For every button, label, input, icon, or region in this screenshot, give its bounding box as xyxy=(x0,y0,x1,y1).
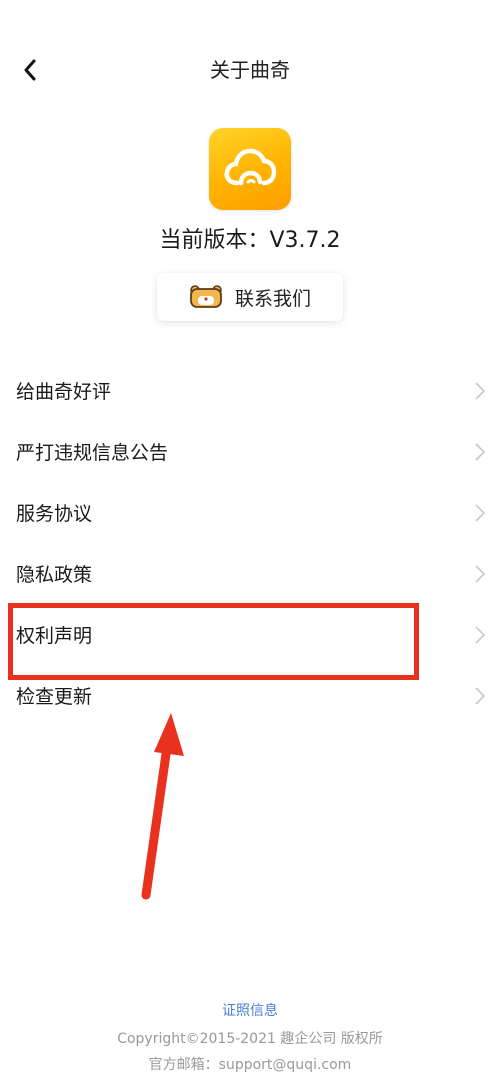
version-label: 当前版本：V3.7.2 xyxy=(159,228,341,253)
copyright-text: Copyright©2015-2021 趣企公司 版权所 xyxy=(117,1031,383,1047)
menu-item-label: 检查更新 xyxy=(16,686,93,708)
menu-item-label: 权利声明 xyxy=(16,625,93,647)
menu-item-label: 给曲奇好评 xyxy=(16,381,112,403)
bear-face-icon xyxy=(190,285,222,308)
app-logo xyxy=(209,128,291,210)
chevron-right-icon xyxy=(475,687,486,705)
menu-item-label: 隐私政策 xyxy=(16,564,93,586)
menu-item-rate-app[interactable]: 给曲奇好评 xyxy=(0,360,500,421)
menu-item-label: 服务协议 xyxy=(16,503,93,525)
cloud-icon xyxy=(224,148,277,186)
menu-item-check-update[interactable]: 检查更新 xyxy=(0,665,500,726)
chevron-right-icon xyxy=(475,443,486,461)
chevron-right-icon xyxy=(475,565,486,583)
settings-menu: 给曲奇好评 严打违规信息公告 服务协议 隐私政策 权利声明 检查更新 xyxy=(0,360,500,726)
menu-item-privacy-policy[interactable]: 隐私政策 xyxy=(0,543,500,604)
menu-item-label: 严打违规信息公告 xyxy=(16,442,169,464)
chevron-right-icon xyxy=(475,504,486,522)
header-bar: 关于曲奇 xyxy=(0,40,500,100)
chevron-right-icon xyxy=(475,382,486,400)
support-email-text: 官方邮箱：support@quqi.com xyxy=(148,1057,352,1073)
page-title: 关于曲奇 xyxy=(210,58,290,82)
menu-item-rights-statement[interactable]: 权利声明 xyxy=(0,604,500,665)
menu-item-violation-notice[interactable]: 严打违规信息公告 xyxy=(0,421,500,482)
contact-us-button[interactable]: 联系我们 xyxy=(157,273,343,321)
footer: 证照信息 Copyright©2015-2021 趣企公司 版权所 官方邮箱：s… xyxy=(0,1000,500,1074)
license-info-link[interactable]: 证照信息 xyxy=(0,1000,500,1020)
contact-us-label: 联系我们 xyxy=(234,287,311,310)
menu-item-service-agreement[interactable]: 服务协议 xyxy=(0,482,500,543)
chevron-right-icon xyxy=(475,626,486,644)
